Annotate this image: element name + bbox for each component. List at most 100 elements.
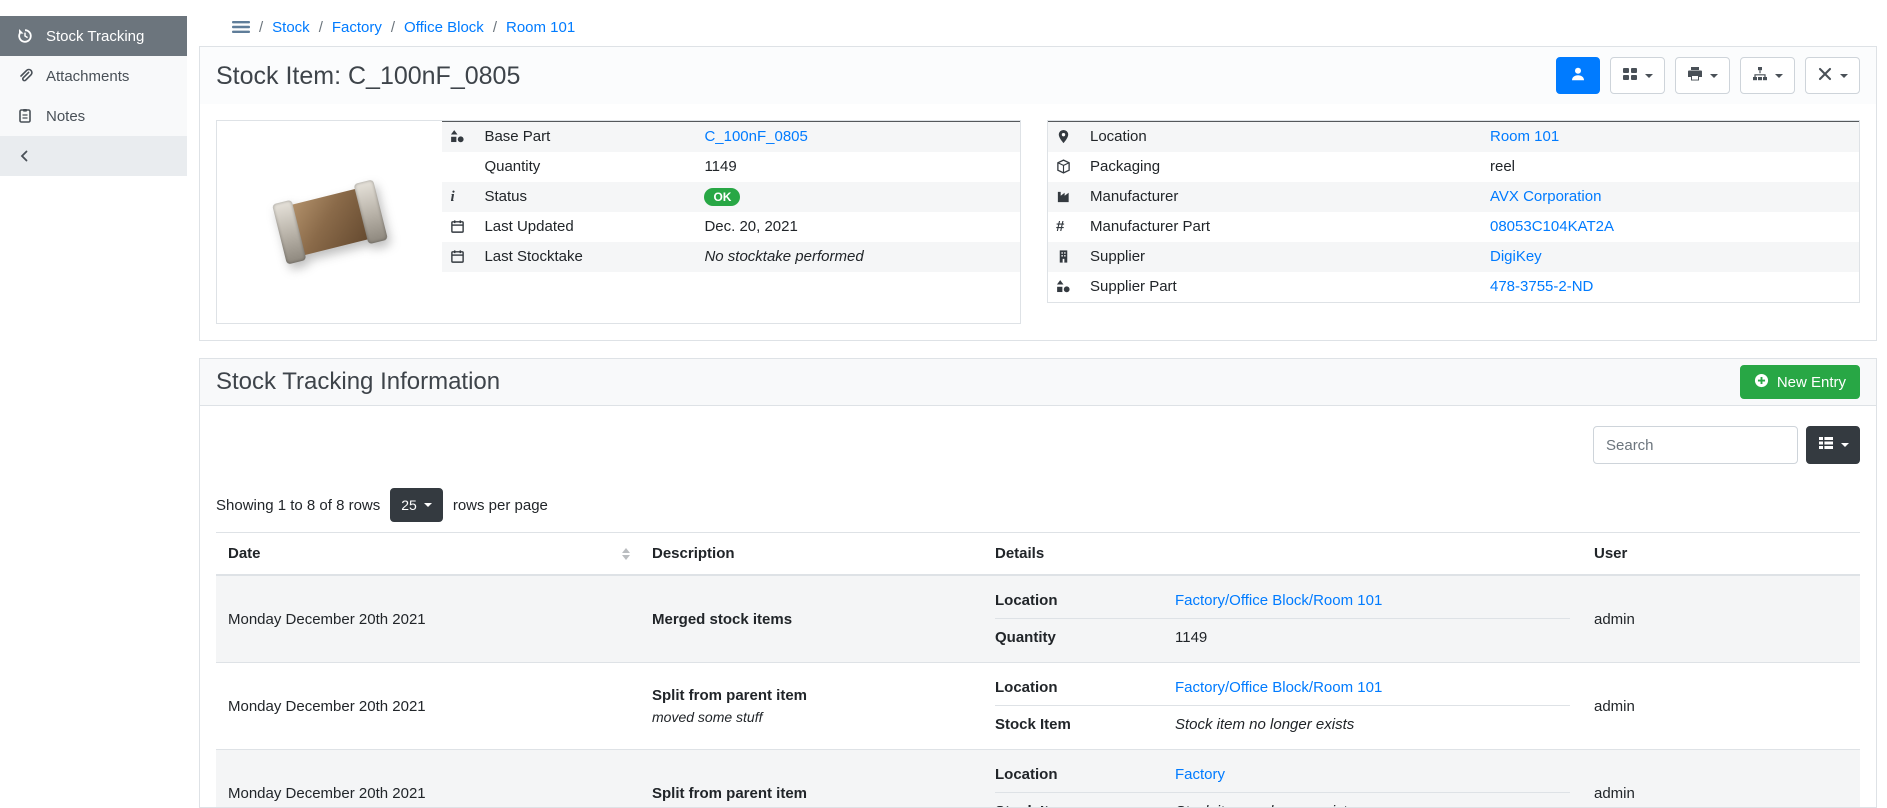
detail-location-link[interactable]: Factory/Office Block/Room 101 — [1175, 679, 1382, 696]
user-icon — [1570, 66, 1586, 86]
menu-icon[interactable] — [232, 19, 250, 35]
detail-row-last-updated: Last Updated Dec. 20, 2021 — [442, 212, 1020, 242]
breadcrumb-link-room-101[interactable]: Room 101 — [506, 19, 575, 36]
paperclip-icon — [16, 68, 34, 84]
detail-row-base-part: Base Part C_100nF_0805 — [442, 122, 1020, 152]
detail-label: Location — [1082, 122, 1482, 152]
chevron-down-icon — [1840, 74, 1848, 82]
detail-label: Supplier — [1082, 242, 1482, 272]
edit-dropdown-button[interactable] — [1805, 57, 1860, 94]
details-cell: Location Factory/Office Block/Room 101 Q… — [983, 575, 1582, 663]
chevron-down-icon — [1775, 74, 1783, 82]
table-row[interactable]: Monday December 20th 2021 Merged stock i… — [216, 575, 1860, 663]
showing-rows-text: Showing 1 to 8 of 8 rows — [216, 497, 380, 514]
table-row[interactable]: Monday December 20th 2021 Split from par… — [216, 750, 1860, 808]
detail-location-link[interactable]: Factory — [1175, 766, 1225, 783]
section-title: Stock Tracking Information — [216, 365, 500, 399]
date-cell: Monday December 20th 2021 — [216, 750, 640, 808]
breadcrumb-separator: / — [391, 19, 395, 36]
industry-icon — [1056, 189, 1074, 204]
page-size-value: 25 — [401, 497, 417, 513]
location-link[interactable]: Room 101 — [1490, 128, 1559, 145]
table-header-row: Date Description Details User — [216, 533, 1860, 576]
description-text: Split from parent item — [652, 687, 971, 704]
page-title: Stock Item: C_100nF_0805 — [216, 61, 520, 91]
part-thumbnail[interactable] — [217, 121, 442, 323]
sidebar-item-label: Notes — [46, 108, 85, 125]
column-header-details: Details — [983, 533, 1582, 576]
column-header-date[interactable]: Date — [216, 533, 640, 576]
description-note: moved some stuff — [652, 709, 971, 725]
toolbar — [1556, 57, 1860, 94]
detail-row-manufacturer-part: # Manufacturer Part 08053C104KAT2A — [1048, 212, 1859, 242]
printer-icon — [1687, 66, 1703, 86]
manufacturer-part-link[interactable]: 08053C104KAT2A — [1490, 218, 1614, 235]
detail-row-status: i Status OK — [442, 182, 1020, 212]
search-input[interactable] — [1593, 426, 1798, 464]
stock-tracking-body: Showing 1 to 8 of 8 rows 25 rows per pag… — [200, 426, 1876, 808]
packaging-value: reel — [1482, 152, 1859, 182]
breadcrumb-link-office-block[interactable]: Office Block — [404, 19, 484, 36]
page-size-dropdown[interactable]: 25 — [390, 488, 443, 522]
breadcrumb-link-stock[interactable]: Stock — [272, 19, 310, 36]
detail-location-link[interactable]: Factory/Office Block/Room 101 — [1175, 592, 1382, 609]
sidebar-item-notes[interactable]: Notes — [0, 96, 187, 136]
detail-label: Base Part — [476, 122, 696, 152]
breadcrumb-separator: / — [319, 19, 323, 36]
supplier-link[interactable]: DigiKey — [1490, 248, 1542, 265]
calendar-icon — [450, 249, 468, 264]
stock-actions-dropdown-button[interactable] — [1740, 57, 1795, 94]
detail-sub-value: Stock item no longer exists — [1175, 803, 1354, 808]
shapes-icon — [1056, 279, 1074, 294]
chevron-down-icon — [1645, 74, 1653, 82]
sidebar-item-stock-tracking[interactable]: Stock Tracking — [0, 16, 187, 56]
detail-label: Packaging — [1082, 152, 1482, 182]
user-cell: admin — [1582, 575, 1860, 663]
stock-admin-button[interactable] — [1556, 57, 1600, 94]
tracking-table: Date Description Details User Monday Dec… — [216, 532, 1860, 808]
stock-item-details: Base Part C_100nF_0805 Quantity 1149 i S… — [200, 104, 1876, 340]
column-header-user: User — [1582, 533, 1860, 576]
sort-icon[interactable] — [622, 544, 630, 564]
columns-dropdown-button[interactable] — [1806, 426, 1860, 464]
sidebar-item-label: Stock Tracking — [46, 28, 144, 45]
chevron-down-icon — [424, 503, 432, 511]
supplier-part-link[interactable]: 478-3755-2-ND — [1490, 278, 1593, 295]
stock-item-panel-header: Stock Item: C_100nF_0805 — [200, 47, 1876, 104]
info-icon: i — [450, 189, 454, 205]
table-row[interactable]: Monday December 20th 2021 Split from par… — [216, 663, 1860, 750]
stock-item-panel: Stock Item: C_100nF_0805 — [199, 46, 1877, 341]
options-dropdown-button[interactable] — [1610, 57, 1665, 94]
detail-sub-label: Location — [995, 766, 1175, 783]
note-icon — [16, 108, 34, 124]
print-dropdown-button[interactable] — [1675, 57, 1730, 94]
last-updated-value: Dec. 20, 2021 — [696, 212, 1020, 242]
status-badge: OK — [704, 188, 740, 206]
detail-row-manufacturer: Manufacturer AVX Corporation — [1048, 182, 1859, 212]
column-header-description: Description — [640, 533, 983, 576]
breadcrumb-separator: / — [259, 19, 263, 36]
map-marker-icon — [1056, 129, 1074, 144]
new-entry-label: New Entry — [1777, 374, 1846, 391]
last-stocktake-value: No stocktake performed — [696, 242, 1020, 272]
detail-row-supplier-part: Supplier Part 478-3755-2-ND — [1048, 272, 1859, 302]
sidebar-item-label: Attachments — [46, 68, 129, 85]
description-text: Split from parent item — [652, 785, 971, 802]
detail-label: Last Stocktake — [476, 242, 696, 272]
detail-label: Manufacturer — [1082, 182, 1482, 212]
pagination: Showing 1 to 8 of 8 rows 25 rows per pag… — [216, 488, 1860, 522]
detail-label: Manufacturer Part — [1082, 212, 1482, 242]
detail-sub-label: Stock Item — [995, 803, 1175, 808]
breadcrumb-separator: / — [493, 19, 497, 36]
base-part-link[interactable]: C_100nF_0805 — [704, 128, 807, 145]
detail-sub-label: Location — [995, 592, 1175, 609]
sidebar-item-attachments[interactable]: Attachments — [0, 56, 187, 96]
chevron-down-icon — [1841, 443, 1849, 451]
manufacturer-link[interactable]: AVX Corporation — [1490, 188, 1601, 205]
detail-label: Last Updated — [476, 212, 696, 242]
breadcrumb-link-factory[interactable]: Factory — [332, 19, 382, 36]
detail-sub-label: Location — [995, 679, 1175, 696]
sidebar-collapse-button[interactable] — [0, 136, 187, 176]
new-entry-button[interactable]: New Entry — [1740, 365, 1860, 399]
building-icon — [1056, 249, 1074, 264]
